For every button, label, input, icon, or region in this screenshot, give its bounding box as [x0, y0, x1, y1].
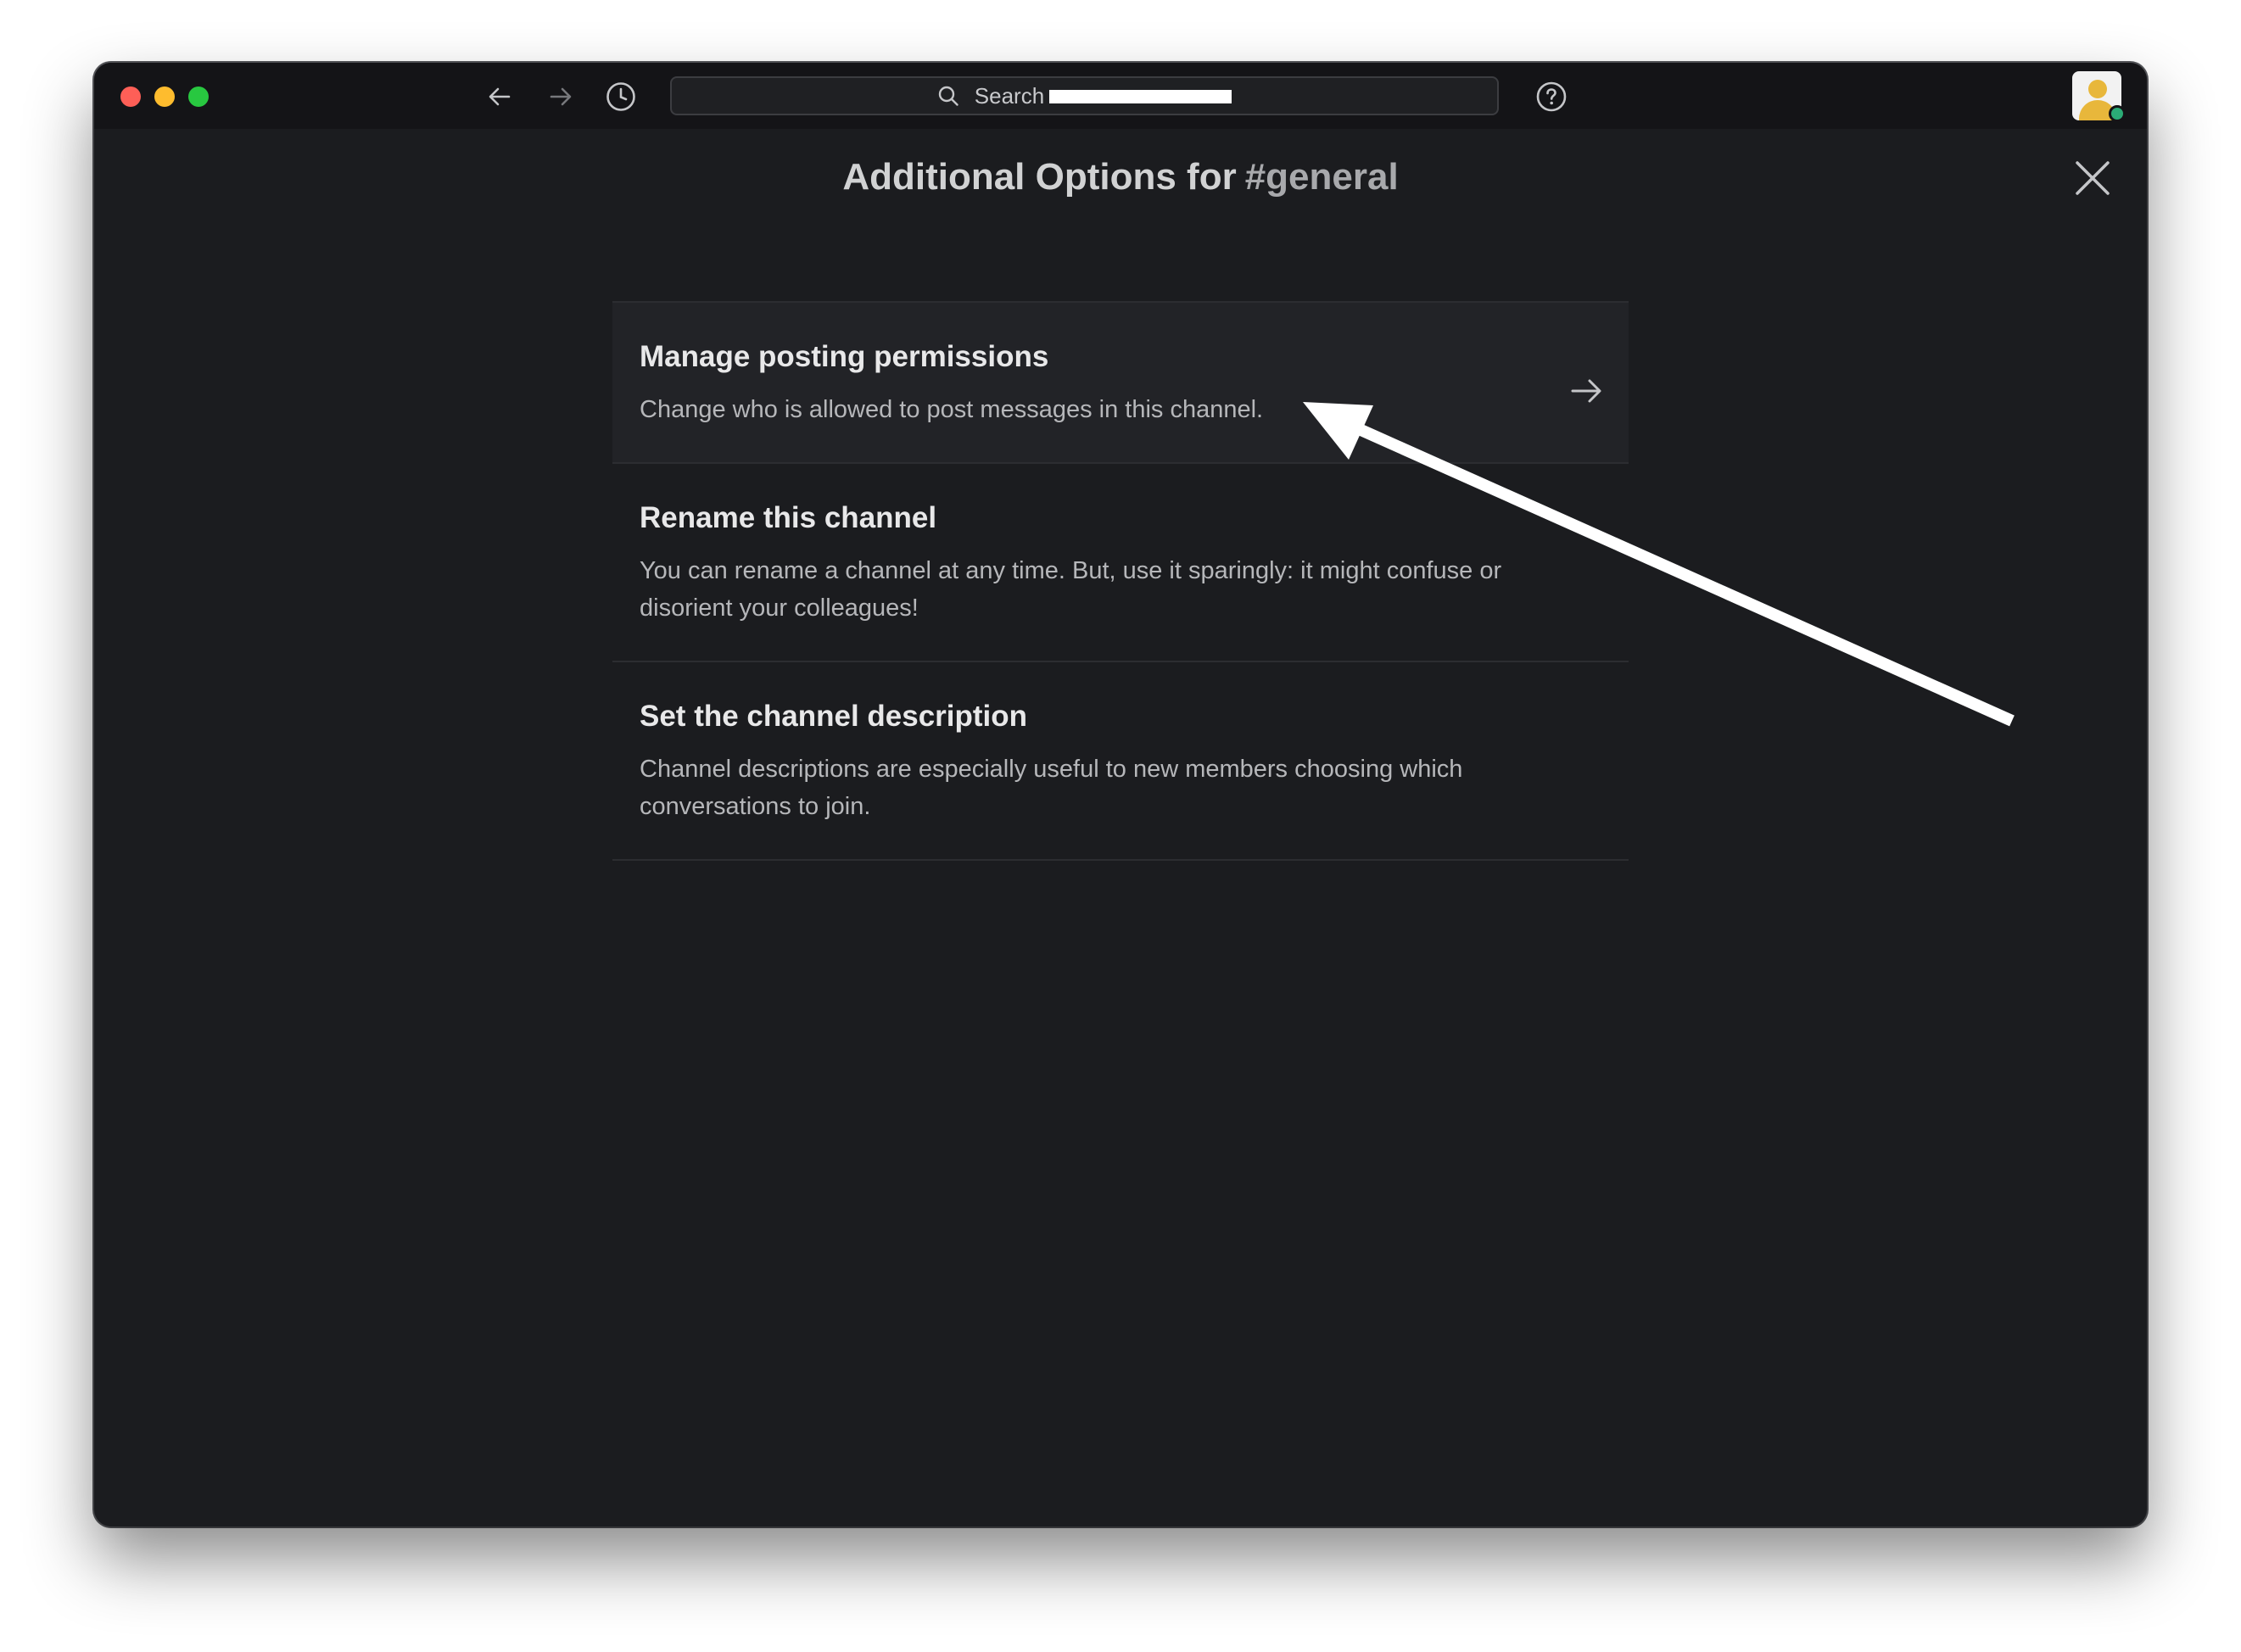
question-circle-icon: [1536, 81, 1567, 112]
close-icon: [2076, 161, 2110, 195]
zoom-window-button[interactable]: [188, 87, 209, 107]
channel-name: #general: [1244, 156, 1399, 198]
avatar-head: [2088, 80, 2107, 98]
screenshot-stage: Search Additional Options for #general M…: [0, 0, 2241, 1652]
page-title: Additional Options for #general: [94, 156, 2147, 198]
option-rename-channel[interactable]: Rename this channel You can rename a cha…: [612, 464, 1629, 662]
title-bar: Search: [94, 63, 2147, 129]
option-title: Set the channel description: [640, 700, 1028, 733]
option-set-channel-description[interactable]: Set the channel description Channel desc…: [612, 662, 1629, 861]
search-bar[interactable]: Search: [670, 76, 1499, 115]
options-list: Manage posting permissions Change who is…: [612, 301, 1629, 861]
arrow-right-icon: [550, 87, 572, 106]
option-title: Manage posting permissions: [640, 340, 1049, 373]
help-button[interactable]: [1533, 78, 1570, 115]
option-description: Change who is allowed to post messages i…: [640, 396, 1264, 423]
clock-icon: [606, 82, 635, 111]
minimize-window-button[interactable]: [154, 87, 175, 107]
search-label: Search: [974, 82, 1045, 109]
option-description: Channel descriptions are especially usef…: [640, 756, 1463, 820]
app-window: Search Additional Options for #general M…: [94, 63, 2147, 1526]
search-icon: [937, 85, 959, 107]
presence-indicator: [2109, 105, 2126, 122]
arrow-right-icon: [1566, 371, 1607, 411]
arrow-left-icon: [489, 87, 511, 106]
page-title-text: Additional Options for: [842, 156, 1237, 198]
option-description: You can rename a channel at any time. Bu…: [640, 557, 1502, 622]
close-window-button[interactable]: [120, 87, 141, 107]
history-button[interactable]: [602, 78, 640, 115]
back-button[interactable]: [481, 78, 518, 115]
redaction-bar: [1049, 90, 1232, 103]
forward-button[interactable]: [542, 78, 579, 115]
option-manage-posting-permissions[interactable]: Manage posting permissions Change who is…: [612, 303, 1629, 464]
close-button[interactable]: [2071, 156, 2115, 200]
option-title: Rename this channel: [640, 501, 937, 534]
